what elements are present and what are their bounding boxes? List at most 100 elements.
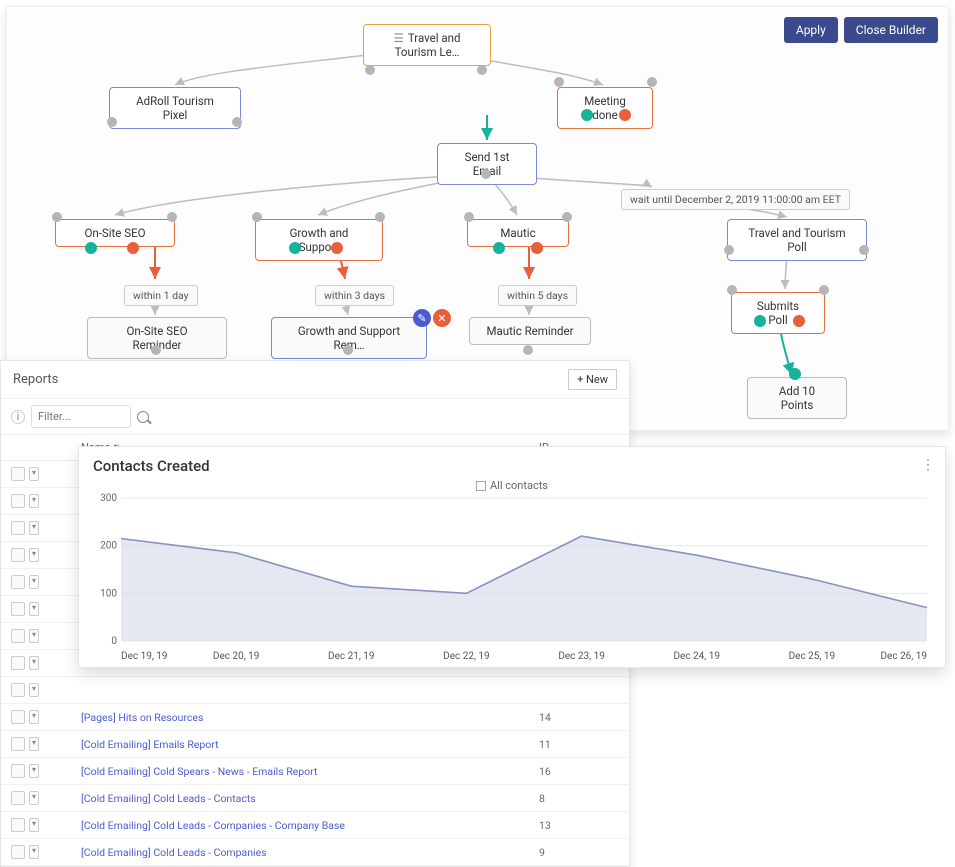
row-checkbox[interactable] [11,656,25,670]
port-no[interactable] [331,242,343,254]
port[interactable] [554,77,564,87]
port[interactable] [562,212,572,222]
delete-node-button[interactable]: ✕ [433,309,451,327]
port-no[interactable] [619,109,631,121]
edit-node-button[interactable]: ✎ [413,309,431,327]
port[interactable] [375,212,385,222]
row-checkbox[interactable] [11,818,25,832]
table-row[interactable]: ▾ [Cold Emailing] Cold Leads - Companies … [1,812,629,839]
row-name[interactable]: [Cold Emailing] Cold Leads - Contacts [81,792,539,805]
port[interactable] [819,285,829,295]
delay-chip-3days[interactable]: within 3 days [315,285,394,306]
row-action-dropdown[interactable]: ▾ [29,845,39,859]
chart-menu-button[interactable]: ⋮ [921,457,935,473]
port[interactable] [167,212,177,222]
row-action-dropdown[interactable]: ▾ [29,521,39,535]
table-row[interactable]: ▾ [Pages] Hits on Resources14 [1,704,629,731]
table-row[interactable]: ▾[Cold Emailing] Cold Leads - Companies9 [1,839,629,866]
search-icon[interactable] [137,411,149,423]
port-yes[interactable] [85,242,97,254]
port[interactable] [523,345,533,355]
node-growth-support[interactable]: Growth and Support [255,219,383,261]
port[interactable] [107,117,117,127]
port[interactable] [789,368,801,380]
port-yes[interactable] [754,315,766,327]
apply-button[interactable]: Apply [784,17,838,43]
port[interactable] [232,117,242,127]
table-row[interactable]: ▾[Cold Emailing] Emails Report11 [1,731,629,758]
row-checkbox[interactable] [11,764,25,778]
node-mautic[interactable]: Mautic [467,219,569,247]
row-action-dropdown[interactable]: ▾ [29,710,39,724]
row-checkbox[interactable] [11,494,25,508]
chart-legend[interactable]: All contacts [93,479,931,492]
port-yes[interactable] [581,109,593,121]
port[interactable] [343,345,353,355]
row-action-dropdown[interactable]: ▾ [29,467,39,481]
row-checkbox[interactable] [11,737,25,751]
row-checkbox[interactable] [11,602,25,616]
node-poll[interactable]: Travel and Tourism Poll [727,219,867,261]
node-add-points[interactable]: Add 10 Points [747,377,847,419]
row-action-dropdown[interactable]: ▾ [29,629,39,643]
row-checkbox[interactable] [11,629,25,643]
port[interactable] [252,212,262,222]
info-icon[interactable]: i [11,410,25,424]
node-campaign-root[interactable]: ☰Travel and Tourism Le… [363,24,491,66]
row-checkbox[interactable] [11,575,25,589]
row-action-dropdown[interactable]: ▾ [29,602,39,616]
svg-text:Dec 25, 19: Dec 25, 19 [789,651,836,662]
port[interactable] [859,245,869,255]
row-action-dropdown[interactable]: ▾ [29,575,39,589]
port[interactable] [481,169,491,179]
row-action-dropdown[interactable]: ▾ [29,494,39,508]
port[interactable] [151,345,161,355]
row-action-dropdown[interactable]: ▾ [29,683,39,697]
close-builder-button[interactable]: Close Builder [844,17,938,43]
row-id: 14 [539,711,619,724]
row-name[interactable]: [Cold Emailing] Cold Leads - Companies [81,846,539,859]
row-checkbox[interactable] [11,683,25,697]
node-onsite-seo[interactable]: On-Site SEO [55,219,175,247]
table-row[interactable]: ▾ [1,677,629,704]
node-adroll[interactable]: AdRoll Tourism Pixel [109,87,241,129]
port[interactable] [52,212,62,222]
row-checkbox[interactable] [11,845,25,859]
row-checkbox[interactable] [11,521,25,535]
port[interactable] [464,212,474,222]
row-action-dropdown[interactable]: ▾ [29,818,39,832]
delay-chip-1day[interactable]: within 1 day [124,285,198,306]
row-action-dropdown[interactable]: ▾ [29,791,39,805]
filter-input[interactable] [31,405,131,428]
table-row[interactable]: ▾ [Cold Emailing] Cold Spears - News - Em… [1,758,629,785]
row-action-dropdown[interactable]: ▾ [29,737,39,751]
contacts-created-chart-card: Contacts Created ⋮ All contacts 01002003… [78,446,946,668]
port-yes[interactable] [289,242,301,254]
port[interactable] [365,65,375,75]
row-action-dropdown[interactable]: ▾ [29,656,39,670]
row-checkbox[interactable] [11,710,25,724]
delay-chip-5days[interactable]: within 5 days [498,285,577,306]
node-mautic-reminder[interactable]: Mautic Reminder [469,317,591,345]
row-action-dropdown[interactable]: ▾ [29,548,39,562]
row-checkbox[interactable] [11,548,25,562]
row-name[interactable]: [Cold Emailing] Emails Report [81,738,539,751]
row-name[interactable]: [Cold Emailing] Cold Leads - Companies -… [81,819,539,832]
wait-chip[interactable]: wait until December 2, 2019 11:00:00 am … [621,189,850,210]
node-meeting-done[interactable]: Meeting done [557,87,653,129]
new-report-button[interactable]: + New [568,369,617,390]
row-name[interactable]: [Cold Emailing] Cold Spears - News - Ema… [81,765,539,778]
port-no[interactable] [793,315,805,327]
row-checkbox[interactable] [11,467,25,481]
row-checkbox[interactable] [11,791,25,805]
row-action-dropdown[interactable]: ▾ [29,764,39,778]
port-yes[interactable] [493,242,505,254]
port[interactable] [727,285,737,295]
row-name[interactable]: [Pages] Hits on Resources [81,711,539,724]
port[interactable] [477,65,487,75]
node-submits-poll[interactable]: Submits Poll [731,292,825,334]
port-no[interactable] [531,242,543,254]
port[interactable] [724,245,734,255]
port-no[interactable] [127,242,139,254]
port[interactable] [647,77,657,87]
